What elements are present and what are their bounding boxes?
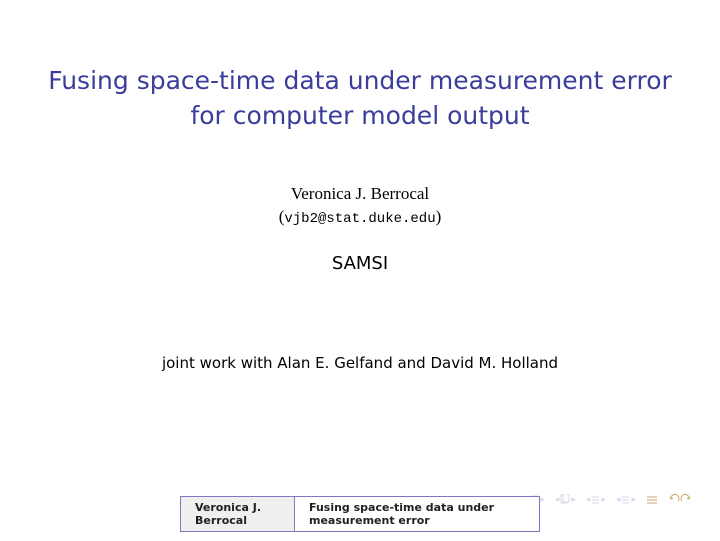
nav-back-forward[interactable] [668,493,692,505]
doc-icon [560,494,570,504]
slide: Fusing space-time data under measurement… [0,0,720,541]
bars-icon [591,495,600,504]
triangle-right-icon: ▸ [540,494,545,505]
author-email: vjb2@stat.duke.edu [284,211,435,227]
triangle-right-icon: ▸ [571,494,576,505]
nav-appendix[interactable] [646,495,658,504]
nav-prev-subsection[interactable]: ◂ ▸ [586,494,606,505]
triangle-left-icon: ◂ [616,494,621,505]
footer-title: Fusing space-time data under measurement… [295,496,540,532]
affiliation: SAMSI [0,253,720,274]
title-line-1: Fusing space-time data under measurement… [48,66,672,95]
bars-icon [646,495,658,504]
joint-work: joint work with Alan E. Gelfand and Davi… [0,354,720,372]
beamer-nav-bar: ◂ ▸ ◂ ▸ ◂ ▸ ◂ ▸ [525,493,692,505]
nav-prev-section[interactable]: ◂ ▸ [555,494,576,505]
author-email-line: (vjb2@stat.duke.edu) [0,207,720,227]
author-name: Veronica J. Berrocal [0,181,720,207]
triangle-left-icon: ◂ [586,494,591,505]
bars-icon [621,495,630,504]
undo-redo-icon [668,493,692,505]
triangle-right-icon: ▸ [601,494,606,505]
triangle-right-icon: ▸ [631,494,636,505]
footer-author: Veronica J. Berrocal [180,496,295,532]
author-block: Veronica J. Berrocal (vjb2@stat.duke.edu… [0,181,720,227]
nav-next-subsection[interactable]: ◂ ▸ [616,494,636,505]
slide-title: Fusing space-time data under measurement… [40,64,680,133]
title-line-2: for computer model output [190,101,529,130]
triangle-left-icon: ◂ [555,494,560,505]
footer-bar: Veronica J. Berrocal Fusing space-time d… [180,496,540,532]
